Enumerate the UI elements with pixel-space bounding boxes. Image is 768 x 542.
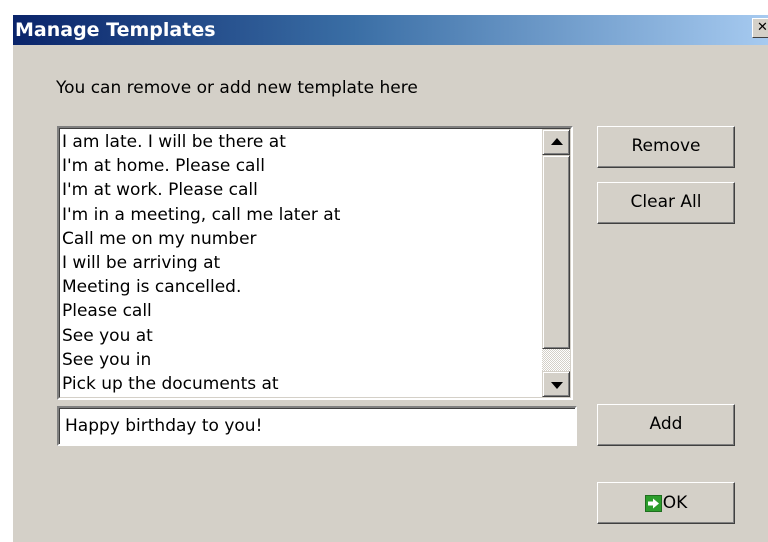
list-item[interactable]: See you in: [62, 350, 540, 374]
arrow-down-icon: [551, 382, 563, 389]
scroll-up-button[interactable]: [542, 129, 570, 155]
templates-listbox[interactable]: I am late. I will be there at I'm at hom…: [57, 126, 573, 400]
title-bar[interactable]: Manage Templates ✕: [13, 15, 768, 45]
close-icon[interactable]: ✕: [752, 18, 768, 38]
list-item[interactable]: I am late. I will be there at: [62, 132, 540, 156]
green-arrow-icon: [644, 494, 662, 512]
scroll-down-button[interactable]: [542, 371, 570, 397]
remove-button[interactable]: Remove: [597, 126, 735, 168]
list-item[interactable]: Please call: [62, 301, 540, 325]
list-item[interactable]: I'm in a meeting, call me later at: [62, 205, 540, 229]
list-item[interactable]: Meeting is cancelled.: [62, 277, 540, 301]
add-button[interactable]: Add: [597, 404, 735, 446]
instruction-text: You can remove or add new template here: [56, 78, 418, 98]
dialog-title: Manage Templates: [15, 19, 216, 41]
list-item[interactable]: I'm at work. Please call: [62, 180, 540, 204]
clear-all-button[interactable]: Clear All: [597, 182, 735, 224]
scrollbar-thumb[interactable]: [542, 155, 570, 349]
list-item[interactable]: I'm at home. Please call: [62, 156, 540, 180]
list-scrollbar[interactable]: [542, 129, 570, 397]
ok-button[interactable]: OK: [597, 482, 735, 524]
templates-list: I am late. I will be there at I'm at hom…: [62, 132, 540, 397]
list-item[interactable]: I will be arriving at: [62, 253, 540, 277]
list-item[interactable]: See you at: [62, 326, 540, 350]
new-template-input[interactable]: [57, 406, 577, 446]
ok-label: OK: [662, 493, 688, 513]
list-item[interactable]: Call me on my number: [62, 229, 540, 253]
manage-templates-dialog: Manage Templates ✕ You can remove or add…: [12, 14, 768, 542]
list-item[interactable]: Pick up the documents at: [62, 374, 540, 397]
arrow-up-icon: [551, 138, 563, 145]
